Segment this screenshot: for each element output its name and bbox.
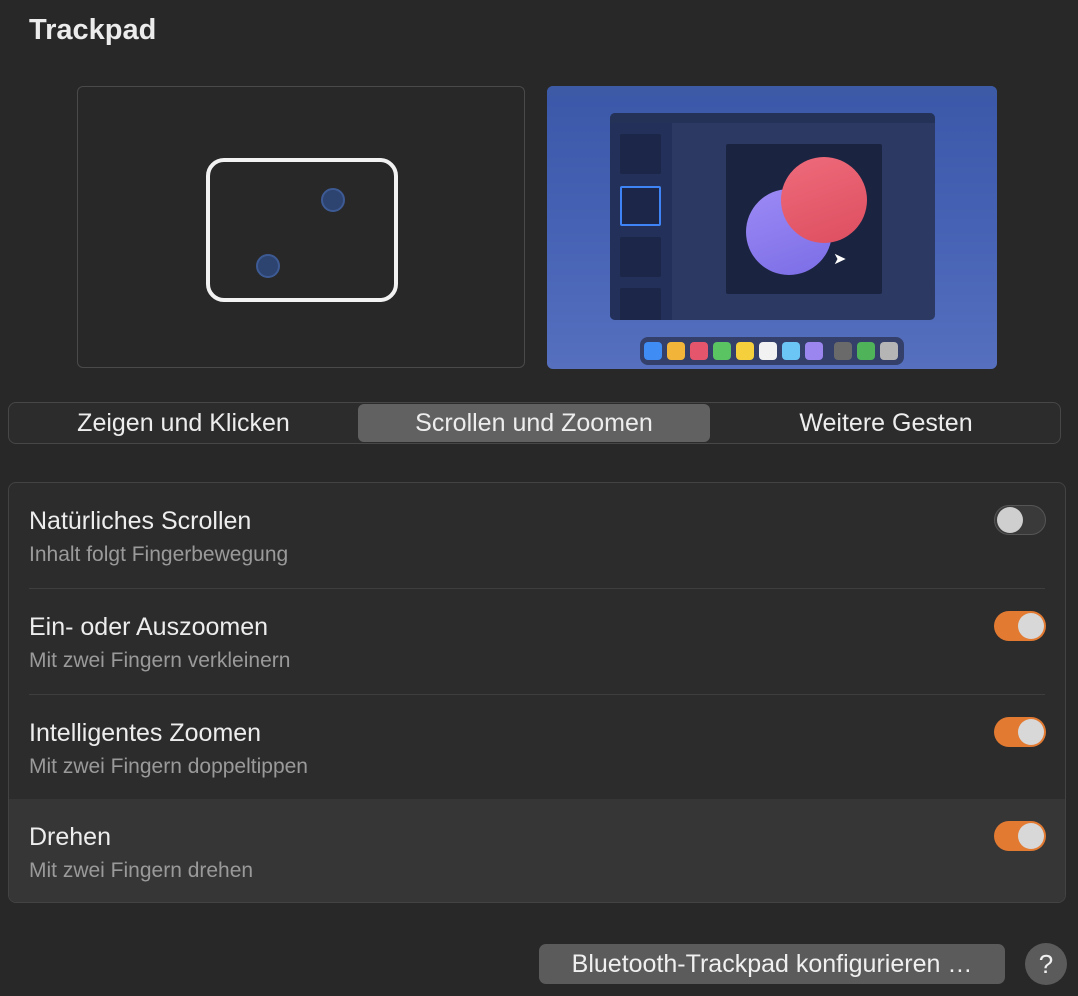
page-title: Trackpad bbox=[29, 14, 157, 46]
dock-app-icon bbox=[667, 342, 685, 360]
tab-weitere-gesten[interactable]: Weitere Gesten bbox=[712, 404, 1060, 442]
dock-app-icon bbox=[880, 342, 898, 360]
setting-subtitle: Mit zwei Fingern verkleinern bbox=[29, 649, 291, 672]
setting-row-zoom-in-out: Ein- oder Auszoomen Mit zwei Fingern ver… bbox=[9, 589, 1065, 695]
dock-app-icon bbox=[834, 342, 852, 360]
preview-canvas bbox=[726, 144, 882, 294]
dock-app-icon bbox=[805, 342, 823, 360]
tab-zeigen-und-klicken[interactable]: Zeigen und Klicken bbox=[10, 404, 357, 442]
setting-title: Natürliches Scrollen bbox=[29, 507, 252, 535]
finger-touch-point bbox=[321, 188, 345, 212]
smart-zoom-toggle[interactable] bbox=[994, 717, 1046, 747]
settings-group: Natürliches Scrollen Inhalt folgt Finger… bbox=[8, 482, 1066, 903]
natural-scrolling-toggle[interactable] bbox=[994, 505, 1046, 535]
preview-menubar bbox=[547, 86, 997, 96]
dock-app-icon bbox=[759, 342, 777, 360]
red-circle bbox=[781, 157, 867, 243]
screen-preview-image: ➤ bbox=[547, 86, 997, 369]
gesture-animation-preview bbox=[77, 86, 525, 368]
preview-window bbox=[610, 113, 935, 320]
slide-thumbnail bbox=[620, 288, 661, 320]
slide-thumbnail-selected bbox=[620, 186, 661, 226]
setting-subtitle: Inhalt folgt Fingerbewegung bbox=[29, 543, 289, 566]
slide-thumbnail bbox=[620, 237, 661, 277]
help-button[interactable]: ? bbox=[1025, 943, 1067, 985]
dock-app-icon bbox=[690, 342, 708, 360]
setting-title: Intelligentes Zoomen bbox=[29, 719, 262, 747]
finger-touch-point bbox=[256, 254, 280, 278]
setting-title: Ein- oder Auszoomen bbox=[29, 613, 269, 641]
preview-dock bbox=[640, 337, 904, 365]
dock-app-icon bbox=[713, 342, 731, 360]
setting-row-natural-scrolling: Natürliches Scrollen Inhalt folgt Finger… bbox=[9, 483, 1065, 589]
setting-row-smart-zoom: Intelligentes Zoomen Mit zwei Fingern do… bbox=[9, 695, 1065, 801]
setting-title: Drehen bbox=[29, 823, 111, 851]
trackpad-illustration bbox=[206, 158, 398, 302]
dock-app-icon bbox=[736, 342, 754, 360]
dock-app-icon bbox=[644, 342, 662, 360]
preview-sidebar bbox=[610, 123, 672, 320]
tab-scrollen-und-zoomen[interactable]: Scrollen und Zoomen bbox=[358, 404, 710, 442]
rotate-toggle[interactable] bbox=[994, 821, 1046, 851]
slide-thumbnail bbox=[620, 134, 661, 174]
dock-app-icon bbox=[857, 342, 875, 360]
setting-subtitle: Mit zwei Fingern doppeltippen bbox=[29, 755, 308, 778]
bluetooth-trackpad-setup-button[interactable]: Bluetooth-Trackpad konfigurieren … bbox=[539, 944, 1005, 984]
dock-app-icon bbox=[782, 342, 800, 360]
setting-subtitle: Mit zwei Fingern drehen bbox=[29, 859, 254, 882]
cursor-icon: ➤ bbox=[833, 251, 847, 268]
zoom-in-out-toggle[interactable] bbox=[994, 611, 1046, 641]
tab-bar: Zeigen und Klicken Scrollen und Zoomen W… bbox=[8, 402, 1061, 444]
setting-row-rotate: Drehen Mit zwei Fingern drehen bbox=[9, 799, 1065, 902]
